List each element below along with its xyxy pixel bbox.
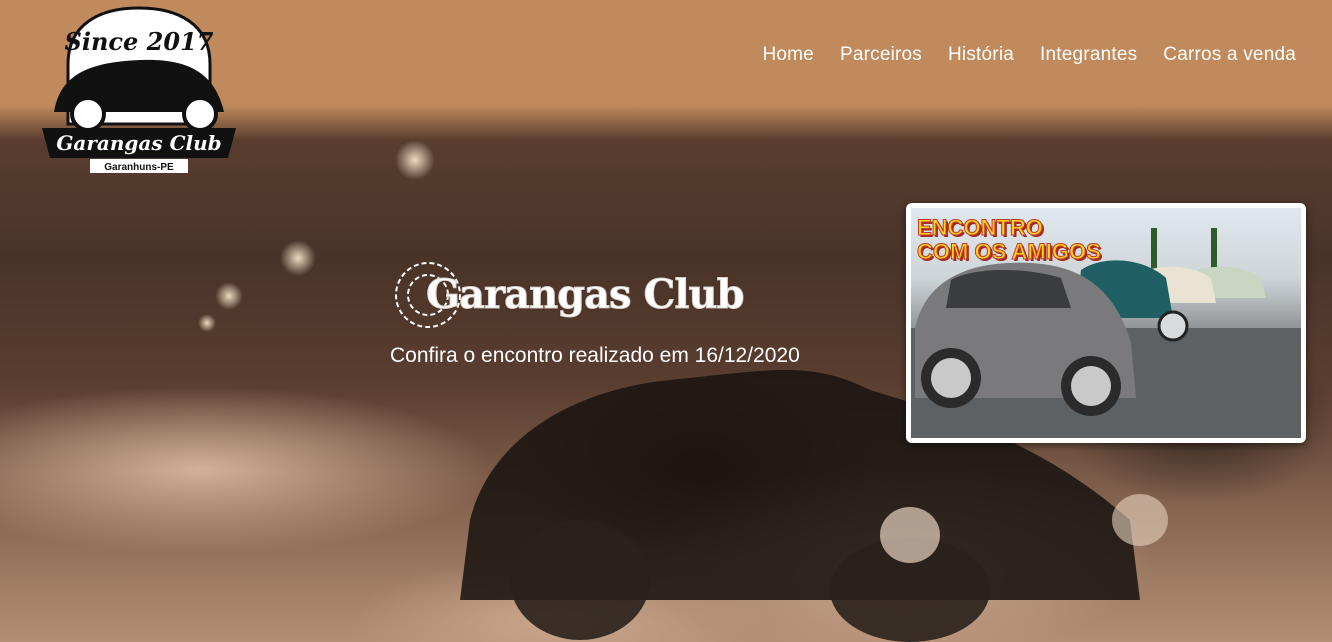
logo-bottom-text: Garanhuns-PE — [104, 162, 174, 173]
video-thumbnail[interactable]: ENCONTRO COM OS AMIGOS — [911, 208, 1301, 438]
nav-carros-a-venda[interactable]: Carros a venda — [1163, 44, 1296, 66]
nav-parceiros[interactable]: Parceiros — [840, 44, 922, 66]
nav-home[interactable]: Home — [762, 44, 813, 66]
street-lamp-glow — [280, 240, 316, 276]
video-card[interactable]: ENCONTRO COM OS AMIGOS — [906, 203, 1306, 443]
nav-historia[interactable]: História — [948, 44, 1014, 66]
street-lamp-glow — [395, 140, 435, 180]
thumbnail-title-line1: ENCONTRO — [917, 215, 1044, 240]
logo-top-text: Since 2017 — [65, 27, 214, 56]
street-lamp-glow — [198, 314, 216, 332]
garangas-club-logo[interactable]: Since 2017 Garangas Club Garanhuns-PE — [40, 4, 238, 176]
hero-subtitle: Confira o encontro realizado em 16/12/20… — [390, 344, 800, 367]
hero-brand: Garangas Club — [388, 258, 748, 332]
hero-brand-title: Garangas Club — [426, 271, 746, 319]
street-lamp-glow — [215, 282, 243, 310]
nav-integrantes[interactable]: Integrantes — [1040, 44, 1137, 66]
main-nav: Home Parceiros História Integrantes Carr… — [762, 44, 1296, 66]
logo-banner-text: Garangas Club — [56, 131, 221, 155]
thumbnail-title-line2: COM OS AMIGOS — [917, 239, 1102, 264]
